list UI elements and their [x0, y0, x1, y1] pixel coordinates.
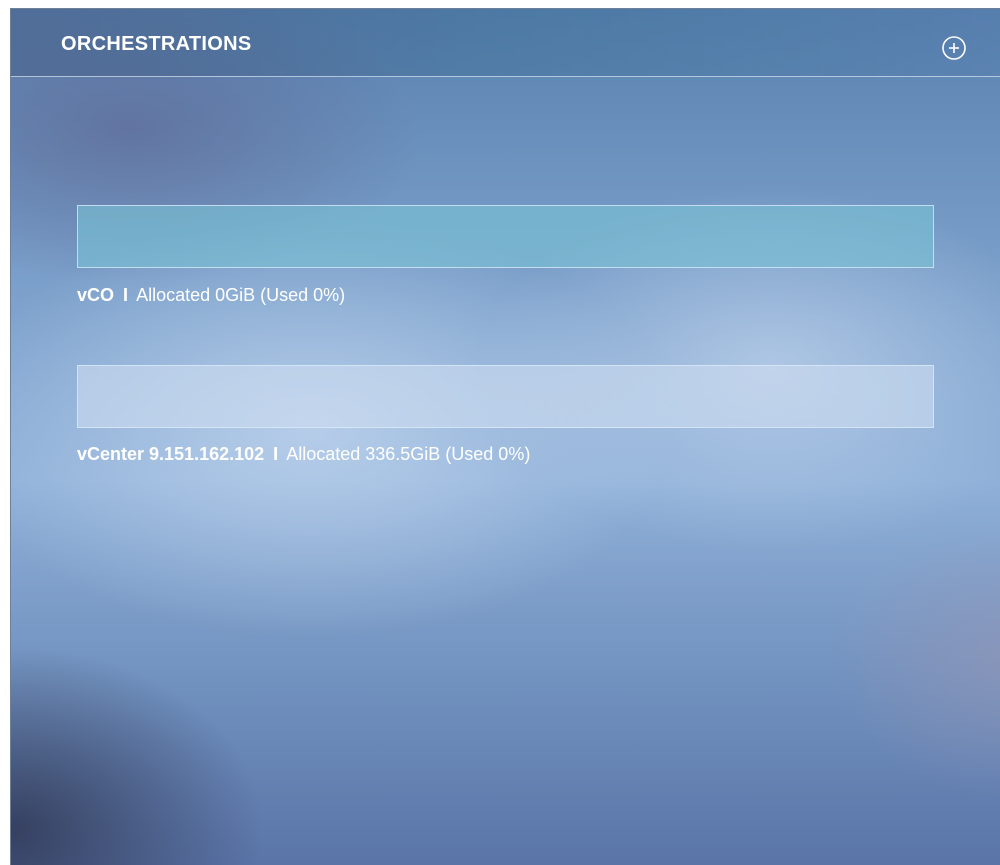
add-orchestration-button[interactable] — [941, 35, 967, 61]
allocation-text: Allocated 336.5GiB (Used 0%) — [286, 444, 531, 464]
separator: I — [273, 444, 279, 464]
orchestrations-panel: ORCHESTRATIONS vCO I Allocated 0GiB (Use… — [10, 8, 1000, 865]
orchestration-caption-vco: vCO I Allocated 0GiB (Used 0%) — [77, 285, 345, 306]
panel-header: ORCHESTRATIONS — [11, 9, 1000, 77]
usage-bar-vco[interactable] — [77, 205, 934, 268]
panel-title: ORCHESTRATIONS — [61, 33, 252, 55]
orchestration-caption-vcenter: vCenter 9.151.162.102 I Allocated 336.5G… — [77, 444, 530, 465]
orchestration-name: vCO — [77, 285, 115, 305]
plus-circle-icon — [942, 36, 966, 60]
allocation-text: Allocated 0GiB (Used 0%) — [136, 285, 346, 305]
orchestration-name: vCenter 9.151.162.102 — [77, 444, 265, 464]
usage-bar-vcenter[interactable] — [77, 365, 934, 428]
separator: I — [123, 285, 129, 305]
